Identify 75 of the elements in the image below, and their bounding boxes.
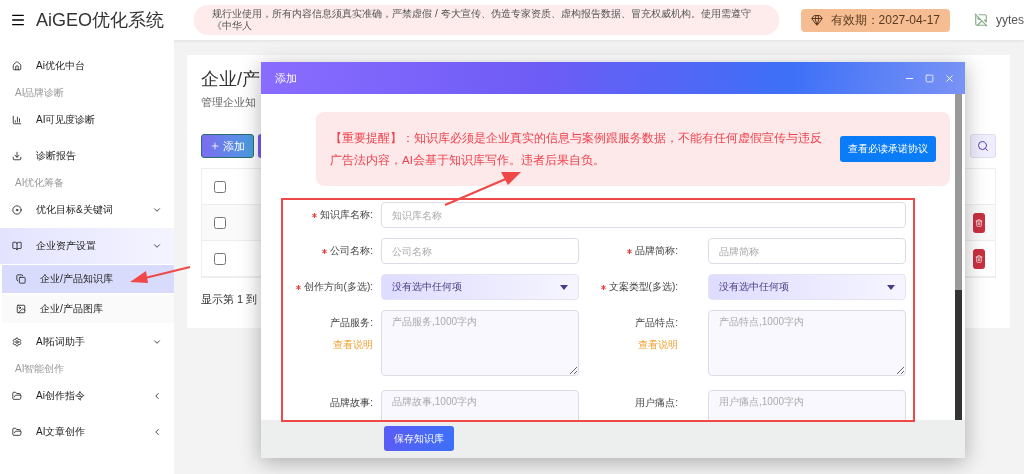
sidebar-subitem[interactable]: 企业/产品知识库 <box>2 265 174 293</box>
pagination-info: 显示第 1 到 <box>201 292 258 307</box>
chevron-left-icon <box>152 391 162 401</box>
sidebar-item[interactable]: Ai优化中台 <box>0 48 174 84</box>
gem-icon <box>810 14 823 26</box>
trash-icon <box>975 218 983 227</box>
validity-badge: 有效期：2027-04-17 <box>800 8 950 32</box>
field-label: 产品特点: <box>635 316 678 330</box>
field-label: 创作方向(多选): <box>303 280 373 294</box>
sidebar-icon <box>12 337 22 347</box>
sidebar-icon <box>12 151 22 161</box>
sidebar-subitem[interactable]: 企业/产品图库 <box>2 295 174 323</box>
search-icon <box>977 140 989 152</box>
save-button[interactable]: 保存知识库 <box>384 426 454 451</box>
sidebar-section-label: AI优化筹备 <box>14 176 66 190</box>
annotation-arrow <box>129 264 192 284</box>
app-title: AiGEO优化系统 <box>36 9 164 32</box>
scrollbar[interactable] <box>955 94 962 420</box>
page-title: 企业/产 <box>201 68 260 91</box>
agreement-button[interactable]: 查看必读承诺协议 <box>840 136 936 162</box>
sidebar-icon <box>12 115 22 125</box>
text-area[interactable]: 用户痛点,1000字内 <box>708 390 906 420</box>
sidebar-icon <box>12 61 22 71</box>
text-area[interactable]: 产品特点,1000字内 <box>708 310 906 376</box>
menu-icon[interactable] <box>10 12 26 28</box>
field-label: 用户痛点: <box>635 396 678 410</box>
field-label: 知识库名称: <box>320 208 373 222</box>
close-icon[interactable] <box>944 72 955 84</box>
row-checkbox[interactable] <box>214 252 226 265</box>
notice-text: 【重要提醒】：知识库必须是企业真实的信息与案例跟服务数据，不能有任何虚假宣传与违反广告法内容，AI会基于知识库写作。违者后果自负。 <box>330 131 823 168</box>
field-label: 品牌故事: <box>330 396 373 410</box>
text-area[interactable]: 品牌故事,1000字内 <box>381 390 579 420</box>
sidebar-section-label: AI智能创作 <box>14 362 66 376</box>
select-field[interactable]: 没有选中任何项 <box>708 274 906 300</box>
delete-button[interactable] <box>973 212 985 233</box>
text-field[interactable]: 品牌简称 <box>708 238 906 264</box>
notice-banner: 规行业使用，所有内容信息须真实准确，严禁虚假 / 夸大宣传、伪造专家资质、虚构报告数据、冒充权威机构。使用需遵守《中华人 <box>194 5 779 35</box>
chevron-down-icon <box>152 205 162 215</box>
text-area[interactable]: 产品服务,1000字内 <box>381 310 579 376</box>
sidebar-section-label: AI品牌诊断 <box>14 86 66 100</box>
user-name[interactable]: yytes <box>996 13 1024 27</box>
text-field[interactable]: 知识库名称 <box>381 202 906 228</box>
sidebar-icon <box>12 241 22 251</box>
page-subtitle: 管理企业知 <box>201 95 256 110</box>
chevron-down-icon <box>152 337 162 347</box>
caret-icon <box>560 284 568 290</box>
field-label: 文案类型(多选): <box>608 280 678 294</box>
sidebar-item[interactable]: AI文章创作 <box>0 414 174 450</box>
text-field[interactable]: 公司名称 <box>381 238 579 264</box>
broken-image-icon <box>974 13 988 27</box>
field-label: 产品服务: <box>330 316 373 330</box>
sidebar-item[interactable]: Ai创作指令 <box>0 378 174 414</box>
row-checkbox[interactable] <box>214 216 226 229</box>
chevron-left-icon <box>152 427 162 437</box>
delete-button[interactable] <box>973 248 985 269</box>
field-label: 公司名称: <box>330 244 373 258</box>
sidebar-icon <box>12 427 22 437</box>
search-button[interactable] <box>970 134 996 158</box>
sidebar-item[interactable]: AI可见度诊断 <box>0 102 174 138</box>
sidebar-icon <box>12 391 22 401</box>
select-field[interactable]: 没有选中任何项 <box>381 274 579 300</box>
plus-icon <box>210 141 220 151</box>
sidebar-icon <box>16 304 26 314</box>
field-label: 品牌简称: <box>635 244 678 258</box>
sidebar-item[interactable]: 诊断报告 <box>0 138 174 174</box>
sidebar-icon <box>12 205 22 215</box>
sidebar-item[interactable]: AI拓词助手 <box>0 324 174 360</box>
trash-icon <box>975 254 983 263</box>
sidebar-item[interactable]: 企业资产设置 <box>0 228 174 264</box>
chevron-down-icon <box>152 241 162 251</box>
caret-icon <box>887 284 895 290</box>
sidebar-icon <box>16 274 26 284</box>
modal-title: 添加 <box>275 70 297 86</box>
sidebar-item[interactable]: 优化目标&关键词 <box>0 192 174 228</box>
select-all-checkbox[interactable] <box>214 180 226 193</box>
